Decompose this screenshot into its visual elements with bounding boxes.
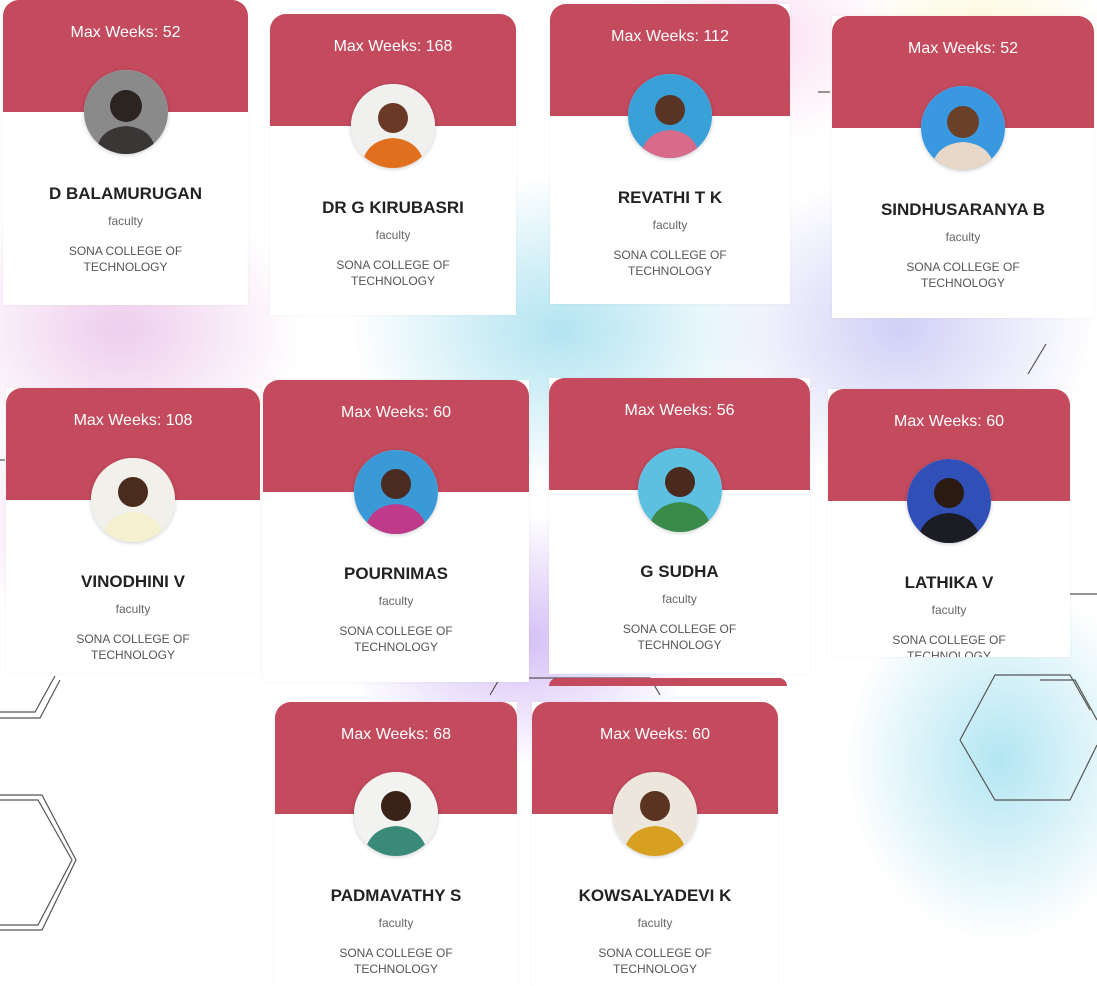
faculty-role: faculty: [378, 594, 414, 608]
faculty-card[interactable]: Max Weeks: 60 POURNIMAS faculty SONA COL…: [263, 380, 529, 682]
faculty-photo: [351, 84, 435, 168]
faculty-photo: [83, 70, 168, 154]
faculty-name: KOWSALYADEVI K: [578, 886, 732, 905]
faculty-college: SONA COLLEGE OF TECHNOLOGY: [892, 633, 1006, 657]
faculty-college: SONA COLLEGE OF TECHNOLOGY: [613, 248, 727, 278]
faculty-role: faculty: [108, 214, 143, 228]
max-weeks-label: Max Weeks: 108: [73, 412, 193, 429]
max-weeks-label: Max Weeks: 60: [894, 413, 1004, 430]
max-weeks-label: Max Weeks: 56: [624, 402, 735, 419]
faculty-role: faculty: [637, 916, 673, 930]
faculty-card[interactable]: Max Weeks: 68 PADMAVATHY S faculty SONA …: [275, 702, 517, 986]
faculty-role: faculty: [378, 916, 414, 930]
max-weeks-label: Max Weeks: 168: [333, 38, 453, 55]
faculty-card[interactable]: Max Weeks: 60 LATHIKA V faculty SONA COL…: [828, 389, 1070, 657]
faculty-name: POURNIMAS: [344, 564, 448, 583]
faculty-photo: [628, 74, 712, 158]
faculty-role: faculty: [931, 603, 967, 617]
faculty-role: faculty: [662, 592, 697, 606]
faculty-photo: [907, 459, 991, 543]
faculty-college: SONA COLLEGE OF TECHNOLOGY: [339, 624, 453, 654]
faculty-photo: [921, 86, 1005, 170]
faculty-card[interactable]: Max Weeks: 108 VINODHINI V faculty SONA …: [6, 388, 260, 673]
faculty-photo: [354, 450, 438, 534]
faculty-role: faculty: [945, 230, 981, 244]
max-weeks-label: Max Weeks: 52: [908, 40, 1018, 57]
faculty-college: SONA COLLEGE OF TECHNOLOGY: [76, 632, 190, 662]
faculty-college: SONA COLLEGE OF TECHNOLOGY: [336, 258, 450, 288]
faculty-photo: [91, 458, 175, 542]
faculty-name: REVATHI T K: [617, 188, 723, 207]
faculty-college: SONA COLLEGE OF TECHNOLOGY: [339, 946, 453, 976]
faculty-name: PADMAVATHY S: [330, 886, 462, 905]
faculty-card[interactable]: Max Weeks: 112 REVATHI T K faculty SONA …: [550, 4, 790, 304]
max-weeks-label: Max Weeks: 52: [70, 24, 181, 41]
faculty-college: SONA COLLEGE OF TECHNOLOGY: [622, 622, 737, 652]
faculty-card[interactable]: Max Weeks: 168 DR G KIRUBASRI faculty SO…: [270, 14, 516, 315]
faculty-college: SONA COLLEGE OF TECHNOLOGY: [906, 260, 1020, 290]
faculty-name: DR G KIRUBASRI: [322, 198, 464, 217]
partial-card-header: [549, 678, 787, 686]
faculty-role: faculty: [652, 218, 688, 232]
faculty-photo: [354, 772, 438, 856]
max-weeks-label: Max Weeks: 112: [611, 28, 729, 45]
faculty-name: LATHIKA V: [904, 573, 994, 592]
faculty-card[interactable]: Max Weeks: 60 KOWSALYADEVI K faculty SON…: [532, 702, 778, 986]
faculty-card[interactable]: Max Weeks: 52 D BALAMURUGAN faculty SONA…: [3, 0, 248, 305]
max-weeks-label: Max Weeks: 60: [341, 404, 451, 421]
faculty-photo: [613, 772, 697, 856]
faculty-name: D BALAMURUGAN: [49, 184, 202, 203]
faculty-card[interactable]: Max Weeks: 56 G SUDHA faculty SONA COLLE…: [549, 378, 810, 674]
faculty-college: SONA COLLEGE OF TECHNOLOGY: [68, 244, 183, 274]
faculty-name: SINDHUSARANYA B: [880, 200, 1046, 219]
faculty-photo: [637, 448, 722, 532]
faculty-role: faculty: [375, 228, 411, 242]
max-weeks-label: Max Weeks: 68: [341, 726, 451, 743]
faculty-name: G SUDHA: [640, 562, 719, 581]
faculty-name: VINODHINI V: [81, 572, 185, 591]
max-weeks-label: Max Weeks: 60: [600, 726, 710, 743]
faculty-card[interactable]: Max Weeks: 52 SINDHUSARANYA B faculty SO…: [832, 16, 1094, 318]
faculty-college: SONA COLLEGE OF TECHNOLOGY: [598, 946, 712, 976]
faculty-role: faculty: [115, 602, 151, 616]
